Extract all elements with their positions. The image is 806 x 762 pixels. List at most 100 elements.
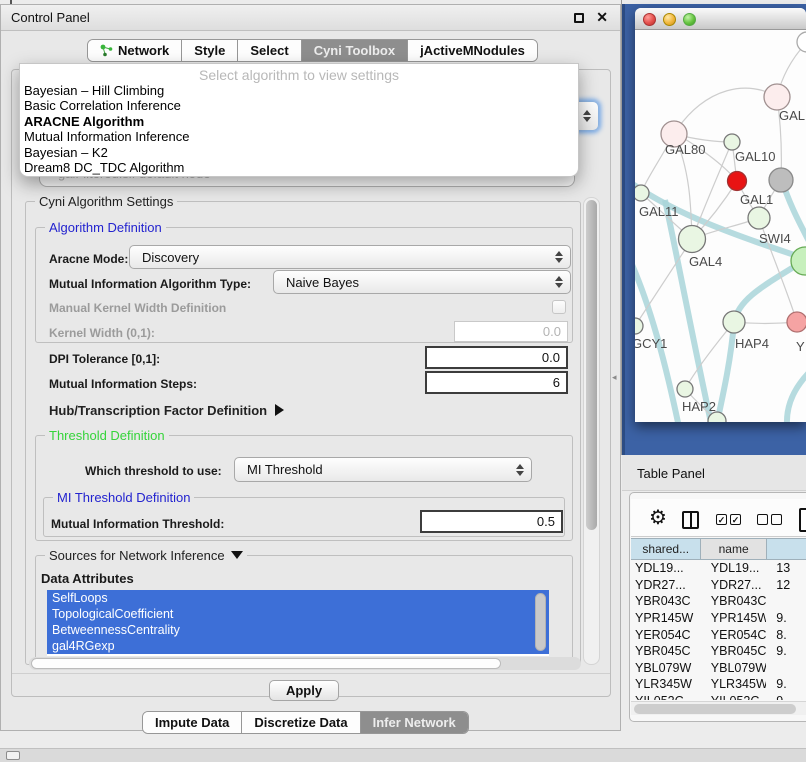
dropdown-item[interactable]: Basic Correlation Inference bbox=[20, 98, 578, 113]
tab-network[interactable]: Network bbox=[88, 40, 182, 61]
attributes-scrollbar[interactable] bbox=[535, 593, 546, 651]
tab-infer-network[interactable]: Infer Network bbox=[361, 712, 468, 733]
select-none-unchecked-icon[interactable] bbox=[757, 514, 782, 525]
table-cell: YLR345W bbox=[631, 677, 701, 691]
scrollbar-thumb[interactable] bbox=[586, 200, 597, 530]
splitter-collapse-icon[interactable]: ◂ bbox=[612, 372, 617, 383]
network-node[interactable] bbox=[764, 84, 790, 110]
tab-impute-data[interactable]: Impute Data bbox=[143, 712, 242, 733]
attribute-item[interactable]: gal4RGexp bbox=[47, 638, 549, 654]
node-label: HAP2 bbox=[682, 399, 716, 414]
aracne-mode-combobox[interactable]: Discovery bbox=[129, 245, 571, 269]
tab-select[interactable]: Select bbox=[238, 40, 301, 61]
table-row[interactable]: YDL19...YDL19...13 bbox=[631, 560, 806, 577]
page-icon[interactable] bbox=[799, 508, 806, 532]
network-node[interactable] bbox=[787, 312, 806, 332]
network-node[interactable] bbox=[748, 207, 770, 229]
dropdown-item[interactable]: Bayesian – Hill Climbing bbox=[20, 83, 578, 98]
table-cell: YIL052C bbox=[701, 694, 767, 700]
table-row[interactable]: YDR27...YDR27...12 bbox=[631, 577, 806, 594]
tab-label: Select bbox=[250, 43, 288, 58]
tab-style[interactable]: Style bbox=[182, 40, 238, 61]
network-canvas[interactable]: GALGAL80GAL10GAL11GAL1SWI4GAL4GCY1HAP4YH… bbox=[635, 30, 806, 422]
attribute-item[interactable]: TopologicalCoefficient bbox=[47, 606, 549, 622]
sources-title: Sources for Network Inference bbox=[49, 548, 225, 563]
data-attributes-list[interactable]: SelfLoopsTopologicalCoefficientBetweenne… bbox=[47, 590, 549, 656]
scrollbar-thumb[interactable] bbox=[634, 704, 796, 714]
network-edge[interactable] bbox=[674, 88, 777, 134]
network-node[interactable] bbox=[635, 185, 649, 201]
network-node[interactable] bbox=[791, 247, 806, 275]
dpi-tolerance-field[interactable]: 0.0 bbox=[425, 346, 568, 369]
table-row[interactable]: YBL079WYBL079W bbox=[631, 660, 806, 677]
gear-icon[interactable]: ⚙ bbox=[649, 505, 667, 530]
network-node[interactable] bbox=[728, 172, 747, 191]
network-node[interactable] bbox=[635, 318, 643, 334]
table-cell: YBR043C bbox=[701, 594, 767, 608]
network-node[interactable] bbox=[677, 381, 693, 397]
network-node[interactable] bbox=[769, 168, 793, 192]
group-title: Algorithm Definition bbox=[45, 220, 166, 235]
network-edge[interactable] bbox=[787, 360, 806, 422]
attribute-item[interactable]: BetweennessCentrality bbox=[47, 622, 549, 638]
manual-kernel-checkbox[interactable] bbox=[552, 300, 566, 314]
scrollbar-thumb[interactable] bbox=[31, 658, 501, 669]
dropdown-item[interactable]: ARACNE Algorithm bbox=[20, 114, 578, 129]
table-cell: YDR27... bbox=[631, 578, 701, 592]
sources-toggle[interactable]: Sources for Network Inference bbox=[45, 548, 247, 563]
mi-type-combobox[interactable]: Naive Bayes bbox=[273, 270, 571, 294]
network-node[interactable] bbox=[797, 32, 806, 52]
table-panel: ⚙ ✓✓ shared...nameYDL19...YDL19...13YDR2… bbox=[629, 492, 806, 722]
network-window[interactable]: GALGAL80GAL10GAL11GAL1SWI4GAL4GCY1HAP4YH… bbox=[635, 8, 806, 422]
dropdown-prompt: Select algorithm to view settings bbox=[20, 64, 578, 83]
apply-button[interactable]: Apply bbox=[269, 680, 339, 701]
mi-steps-field[interactable]: 6 bbox=[425, 371, 568, 394]
network-edge[interactable] bbox=[715, 322, 734, 422]
network-node[interactable] bbox=[679, 226, 706, 253]
table-toolbar: ⚙ ✓✓ bbox=[631, 499, 806, 537]
minimize-window-icon[interactable] bbox=[663, 13, 676, 26]
settings-scrollbar[interactable] bbox=[583, 197, 600, 665]
tab-label: Cyni Toolbox bbox=[314, 43, 395, 58]
settings-horizontal-scrollbar[interactable] bbox=[29, 657, 581, 670]
table-cell: YPR145W bbox=[631, 611, 701, 625]
table-cell: 9. bbox=[766, 644, 806, 658]
kernel-width-field[interactable]: 0.0 bbox=[454, 321, 568, 342]
table-cell: YBR045C bbox=[701, 644, 767, 658]
tab-discretize-data[interactable]: Discretize Data bbox=[242, 712, 360, 733]
float-panel-icon[interactable] bbox=[574, 13, 584, 23]
table-row[interactable]: YPR145WYPR145W9. bbox=[631, 610, 806, 627]
dropdown-item[interactable]: Mutual Information Inference bbox=[20, 129, 578, 144]
network-node[interactable] bbox=[723, 311, 745, 333]
dropdown-item[interactable]: Dream8 DC_TDC Algorithm bbox=[20, 160, 578, 175]
dropdown-item[interactable]: Bayesian – K2 bbox=[20, 145, 578, 160]
which-threshold-combobox[interactable]: MI Threshold bbox=[234, 457, 532, 482]
close-window-icon[interactable] bbox=[643, 13, 656, 26]
tab-jactivemnodules[interactable]: jActiveMNodules bbox=[408, 40, 537, 61]
hub-section-toggle[interactable]: Hub/Transcription Factor Definition bbox=[49, 403, 284, 418]
aracne-mode-value: Discovery bbox=[142, 250, 199, 265]
mi-threshold-field[interactable]: 0.5 bbox=[420, 510, 563, 533]
close-panel-icon[interactable]: ✕ bbox=[596, 9, 608, 26]
table-row[interactable]: YBR043CYBR043C bbox=[631, 593, 806, 610]
node-label: GAL11 bbox=[639, 204, 679, 219]
network-window-titlebar[interactable] bbox=[635, 8, 806, 30]
column-header[interactable]: shared... bbox=[631, 538, 701, 560]
table-row[interactable]: YIL052CYIL052C9. bbox=[631, 693, 806, 700]
split-columns-icon[interactable] bbox=[682, 511, 699, 529]
select-all-checked-icon[interactable]: ✓✓ bbox=[716, 514, 741, 525]
table-row[interactable]: YER054CYER054C8. bbox=[631, 626, 806, 643]
table-cell: YDL19... bbox=[631, 561, 701, 575]
collapsed-panel-icon[interactable] bbox=[6, 751, 20, 760]
tab-cyni-toolbox[interactable]: Cyni Toolbox bbox=[302, 40, 408, 61]
column-header[interactable] bbox=[767, 538, 806, 560]
table-row[interactable]: YBR045CYBR045C9. bbox=[631, 643, 806, 660]
maximize-window-icon[interactable] bbox=[683, 13, 696, 26]
table-row[interactable]: YLR345WYLR345W9. bbox=[631, 676, 806, 693]
network-node[interactable] bbox=[724, 134, 740, 150]
node-label: SWI4 bbox=[759, 231, 791, 246]
column-header[interactable]: name bbox=[701, 538, 766, 560]
table-horizontal-scrollbar[interactable] bbox=[631, 701, 806, 715]
tab-label: Style bbox=[194, 43, 225, 58]
attribute-item[interactable]: SelfLoops bbox=[47, 590, 549, 606]
